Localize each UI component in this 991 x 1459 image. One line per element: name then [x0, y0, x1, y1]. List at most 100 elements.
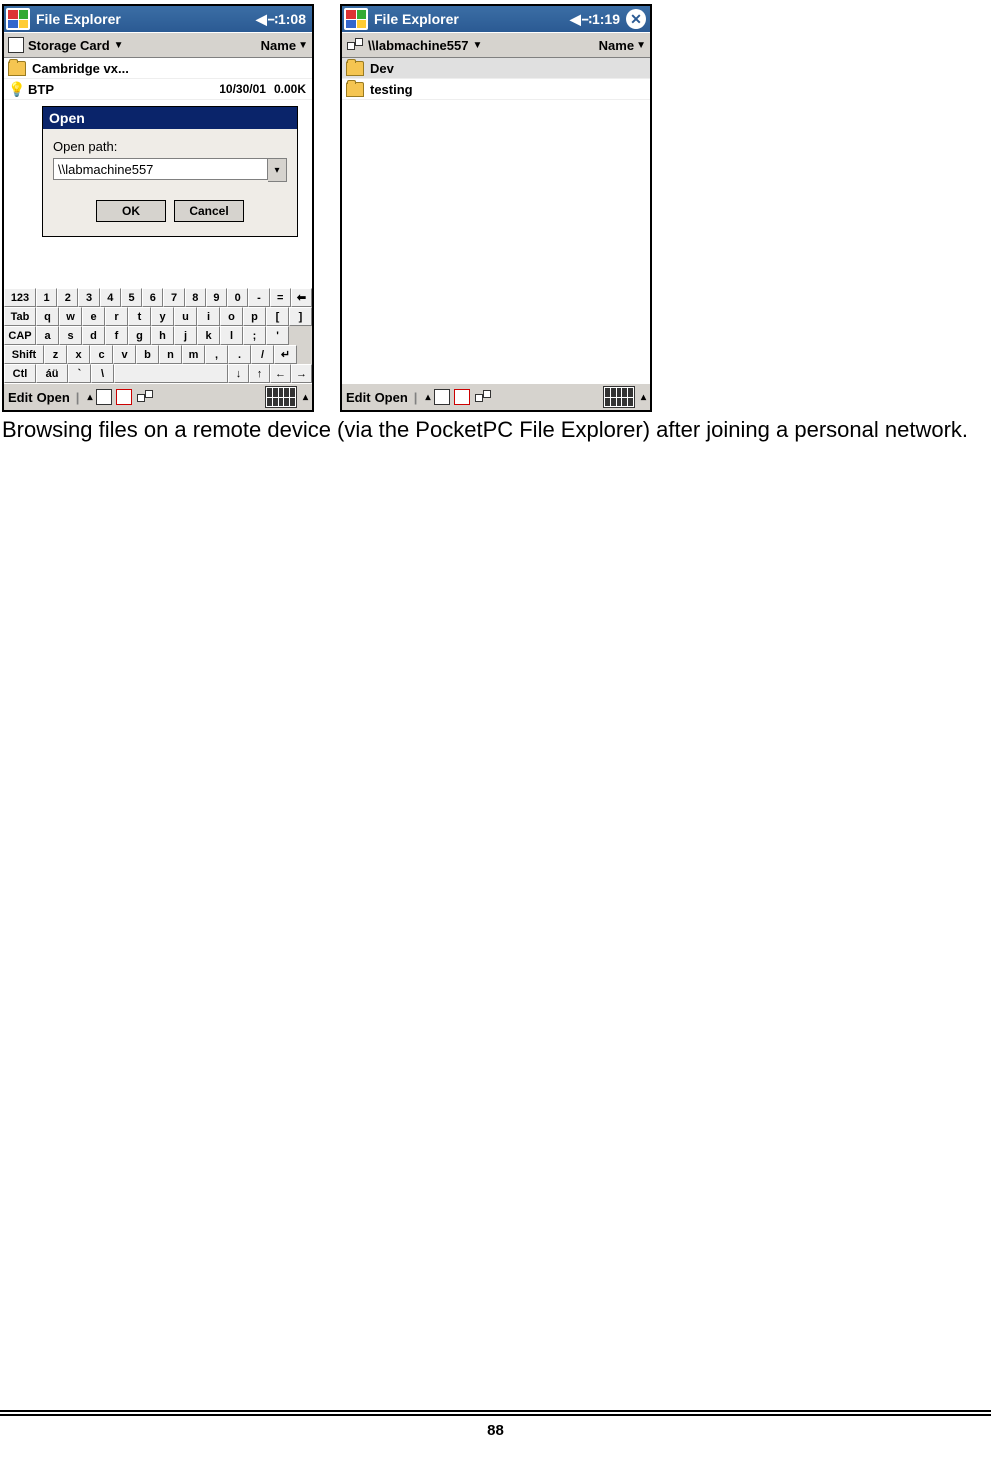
up-arrow-icon[interactable]: ▴ [425, 392, 430, 403]
list-item[interactable]: Cambridge vx... [4, 58, 312, 79]
key-caps[interactable]: CAP [4, 326, 36, 345]
card-active-icon[interactable] [454, 389, 470, 405]
key-shift[interactable]: Shift [4, 345, 44, 364]
key[interactable]: 8 [185, 288, 206, 307]
key[interactable]: k [197, 326, 220, 345]
key[interactable]: - [248, 288, 269, 307]
key[interactable]: . [228, 345, 251, 364]
key-accents[interactable]: áü [36, 364, 68, 383]
key-123[interactable]: 123 [4, 288, 36, 307]
keyboard-toggle-icon[interactable] [603, 386, 635, 408]
speaker-icon[interactable]: ◀∹ [570, 11, 586, 28]
card-icon[interactable] [434, 389, 450, 405]
menu-edit[interactable]: Edit [8, 390, 33, 405]
key-down[interactable]: ↓ [228, 364, 249, 383]
key[interactable]: d [82, 326, 105, 345]
key[interactable]: o [220, 307, 243, 326]
key[interactable]: v [113, 345, 136, 364]
list-item[interactable]: 💡 BTP 10/30/01 0.00K [4, 79, 312, 100]
key[interactable]: x [67, 345, 90, 364]
titlebar: File Explorer ◀∹ 1:08 [4, 6, 312, 32]
key[interactable]: 2 [57, 288, 78, 307]
network-icon[interactable] [474, 388, 492, 406]
key[interactable]: [ [266, 307, 289, 326]
key-space[interactable] [114, 364, 228, 383]
key-ctl[interactable]: Ctl [4, 364, 36, 383]
key[interactable]: z [44, 345, 67, 364]
key[interactable]: e [82, 307, 105, 326]
key[interactable]: t [128, 307, 151, 326]
key[interactable]: s [59, 326, 82, 345]
chevron-down-icon: ▼ [298, 40, 308, 51]
card-active-icon[interactable] [116, 389, 132, 405]
speaker-icon[interactable]: ◀∹ [256, 11, 272, 28]
key[interactable]: n [159, 345, 182, 364]
folder-icon [8, 61, 26, 76]
key[interactable]: 7 [163, 288, 184, 307]
list-item[interactable]: Dev [342, 58, 650, 79]
key[interactable]: 4 [100, 288, 121, 307]
chevron-down-icon[interactable]: ▾ [268, 158, 287, 182]
key[interactable]: j [174, 326, 197, 345]
clock[interactable]: 1:19 [592, 11, 620, 27]
open-path-input[interactable] [53, 158, 268, 180]
list-item[interactable]: testing [342, 79, 650, 100]
key[interactable]: l [220, 326, 243, 345]
key[interactable]: a [36, 326, 59, 345]
ok-button[interactable]: OK [96, 200, 166, 222]
sip-arrow-icon[interactable]: ▴ [303, 392, 308, 403]
sip-arrow-icon[interactable]: ▴ [641, 392, 646, 403]
key-tab[interactable]: Tab [4, 307, 36, 326]
key[interactable]: h [151, 326, 174, 345]
key[interactable]: y [151, 307, 174, 326]
key-backspace[interactable]: ⬅ [291, 288, 312, 307]
menu-open[interactable]: Open [375, 390, 408, 405]
clock[interactable]: 1:08 [278, 11, 306, 27]
card-icon[interactable] [96, 389, 112, 405]
key[interactable]: f [105, 326, 128, 345]
key[interactable]: 0 [227, 288, 248, 307]
key[interactable]: ' [266, 326, 289, 345]
key-enter[interactable]: ↵ [274, 345, 297, 364]
key-left[interactable]: ← [270, 364, 291, 383]
key[interactable]: p [243, 307, 266, 326]
key[interactable]: 6 [142, 288, 163, 307]
key[interactable]: 3 [78, 288, 99, 307]
key[interactable]: b [136, 345, 159, 364]
start-menu-icon[interactable] [6, 8, 30, 30]
location-dropdown[interactable]: \\labmachine557 ▼ [346, 36, 599, 54]
key[interactable]: i [197, 307, 220, 326]
key[interactable]: , [205, 345, 228, 364]
network-icon[interactable] [136, 388, 154, 406]
close-icon[interactable]: ✕ [626, 9, 646, 29]
up-arrow-icon[interactable]: ▴ [87, 392, 92, 403]
key[interactable]: ` [68, 364, 91, 383]
key[interactable]: m [182, 345, 205, 364]
sort-dropdown[interactable]: Name ▼ [599, 38, 646, 53]
key[interactable]: w [59, 307, 82, 326]
key[interactable]: q [36, 307, 59, 326]
key[interactable]: u [174, 307, 197, 326]
location-toolbar: \\labmachine557 ▼ Name ▼ [342, 32, 650, 58]
start-menu-icon[interactable] [344, 8, 368, 30]
key[interactable]: 1 [36, 288, 57, 307]
key[interactable]: / [251, 345, 274, 364]
menu-edit[interactable]: Edit [346, 390, 371, 405]
key[interactable]: ; [243, 326, 266, 345]
key[interactable]: 5 [121, 288, 142, 307]
key[interactable]: c [90, 345, 113, 364]
key-right[interactable]: → [291, 364, 312, 383]
key[interactable]: 9 [206, 288, 227, 307]
key-up[interactable]: ↑ [249, 364, 270, 383]
key[interactable]: = [270, 288, 291, 307]
sort-dropdown[interactable]: Name ▼ [261, 38, 308, 53]
key[interactable]: ] [289, 307, 312, 326]
sort-label: Name [599, 38, 634, 53]
location-dropdown[interactable]: Storage Card ▼ [8, 37, 261, 53]
menu-open[interactable]: Open [37, 390, 70, 405]
keyboard-toggle-icon[interactable] [265, 386, 297, 408]
key[interactable]: g [128, 326, 151, 345]
key[interactable]: \ [91, 364, 114, 383]
cancel-button[interactable]: Cancel [174, 200, 244, 222]
key[interactable]: r [105, 307, 128, 326]
